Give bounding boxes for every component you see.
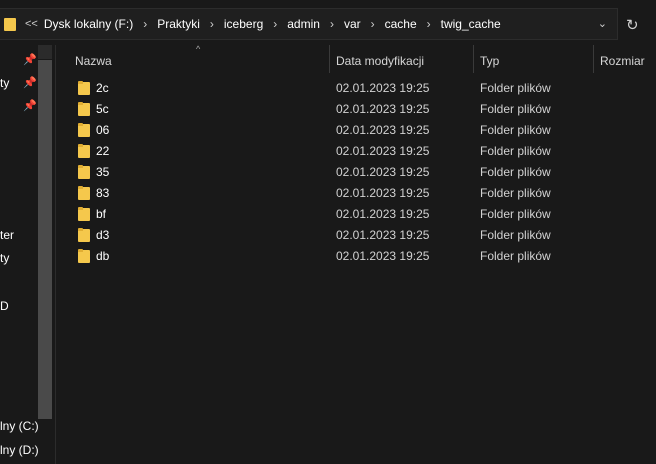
column-header-row: Nazwa Data modyfikacji Typ Rozmiar	[56, 45, 656, 75]
folder-icon	[78, 207, 91, 221]
item-type: Folder plików	[480, 228, 551, 242]
item-type: Folder plików	[480, 186, 551, 200]
nav-item[interactable]: D	[0, 299, 9, 313]
list-item[interactable]: 22 02.01.2023 19:25 Folder plików	[56, 141, 656, 162]
breadcrumb-item[interactable]: var	[344, 17, 361, 31]
list-item[interactable]: 5c 02.01.2023 19:25 Folder plików	[56, 99, 656, 120]
item-type: Folder plików	[480, 249, 551, 263]
nav-item[interactable]: ter	[0, 228, 14, 242]
item-type: Folder plików	[480, 81, 551, 95]
chevron-right-icon[interactable]: ›	[273, 17, 277, 31]
pin-icon: 📌	[23, 54, 37, 66]
item-type: Folder plików	[480, 144, 551, 158]
breadcrumb-overflow-button[interactable]: <<	[25, 18, 38, 30]
chevron-right-icon[interactable]: ›	[371, 17, 375, 31]
breadcrumb-item[interactable]: iceberg	[224, 17, 263, 31]
list-item[interactable]: bf 02.01.2023 19:25 Folder plików	[56, 204, 656, 225]
breadcrumb-item[interactable]: twig_cache	[441, 17, 501, 31]
list-item[interactable]: 35 02.01.2023 19:25 Folder plików	[56, 162, 656, 183]
chevron-right-icon[interactable]: ›	[427, 17, 431, 31]
item-date: 02.01.2023 19:25	[336, 207, 430, 221]
item-name: 2c	[96, 81, 109, 95]
column-divider[interactable]	[593, 45, 594, 73]
item-date: 02.01.2023 19:25	[336, 102, 430, 116]
breadcrumb-item[interactable]: Dysk lokalny (F:)	[44, 17, 133, 31]
item-name: 06	[96, 123, 110, 137]
item-date: 02.01.2023 19:25	[336, 186, 430, 200]
nav-item[interactable]: lny (D:)	[0, 443, 39, 457]
column-header-size[interactable]: Rozmiar	[600, 54, 645, 68]
item-name: 83	[96, 186, 110, 200]
nav-item[interactable]: ty	[0, 76, 9, 90]
list-item[interactable]: db 02.01.2023 19:25 Folder plików	[56, 246, 656, 267]
item-name: 5c	[96, 102, 109, 116]
chevron-right-icon[interactable]: ›	[210, 17, 214, 31]
item-type: Folder plików	[480, 165, 551, 179]
item-name: 35	[96, 165, 110, 179]
scrollbar-track[interactable]	[38, 45, 52, 59]
breadcrumb: Dysk lokalny (F:) › Praktyki › iceberg ›…	[44, 17, 501, 31]
scrollbar-thumb[interactable]	[38, 60, 52, 419]
folder-icon	[78, 165, 91, 179]
item-name: d3	[96, 228, 110, 242]
list-item[interactable]: 83 02.01.2023 19:25 Folder plików	[56, 183, 656, 204]
pin-icon: 📌	[23, 77, 37, 89]
nav-item[interactable]: lny (C:)	[0, 419, 39, 433]
item-name: bf	[96, 207, 107, 221]
item-date: 02.01.2023 19:25	[336, 249, 430, 263]
folder-icon	[78, 249, 91, 263]
folder-icon	[78, 81, 91, 95]
nav-item[interactable]: ty	[0, 251, 9, 265]
breadcrumb-item[interactable]: admin	[287, 17, 320, 31]
item-date: 02.01.2023 19:25	[336, 81, 430, 95]
list-item[interactable]: 2c 02.01.2023 19:25 Folder plików	[56, 78, 656, 99]
breadcrumb-item[interactable]: Praktyki	[157, 17, 200, 31]
pin-icon: 📌	[23, 100, 37, 112]
item-name: db	[96, 249, 110, 263]
list-item[interactable]: 06 02.01.2023 19:25 Folder plików	[56, 120, 656, 141]
refresh-icon[interactable]: ↻	[626, 16, 639, 34]
chevron-right-icon[interactable]: ›	[330, 17, 334, 31]
item-name: 22	[96, 144, 110, 158]
item-date: 02.01.2023 19:25	[336, 165, 430, 179]
folder-icon	[78, 144, 91, 158]
item-type: Folder plików	[480, 102, 551, 116]
folder-icon	[78, 102, 91, 116]
sort-ascending-icon: ^	[196, 44, 201, 54]
item-type: Folder plików	[480, 123, 551, 137]
folder-icon	[78, 123, 91, 137]
folder-icon	[4, 17, 17, 31]
address-bar: << Dysk lokalny (F:) › Praktyki › iceber…	[0, 8, 656, 40]
address-box[interactable]: << Dysk lokalny (F:) › Praktyki › iceber…	[0, 8, 618, 40]
column-header-date[interactable]: Data modyfikacji	[336, 54, 424, 68]
list-item[interactable]: d3 02.01.2023 19:25 Folder plików	[56, 225, 656, 246]
column-divider[interactable]	[329, 45, 330, 73]
column-header-name[interactable]: Nazwa	[75, 54, 112, 68]
item-date: 02.01.2023 19:25	[336, 144, 430, 158]
column-header-type[interactable]: Typ	[480, 54, 499, 68]
chevron-down-icon[interactable]: ⌄	[598, 17, 607, 30]
breadcrumb-item[interactable]: cache	[385, 17, 417, 31]
item-type: Folder plików	[480, 207, 551, 221]
item-date: 02.01.2023 19:25	[336, 123, 430, 137]
folder-icon	[78, 186, 91, 200]
column-divider[interactable]	[473, 45, 474, 73]
chevron-right-icon[interactable]: ›	[143, 17, 147, 31]
item-date: 02.01.2023 19:25	[336, 228, 430, 242]
folder-icon	[78, 228, 91, 242]
